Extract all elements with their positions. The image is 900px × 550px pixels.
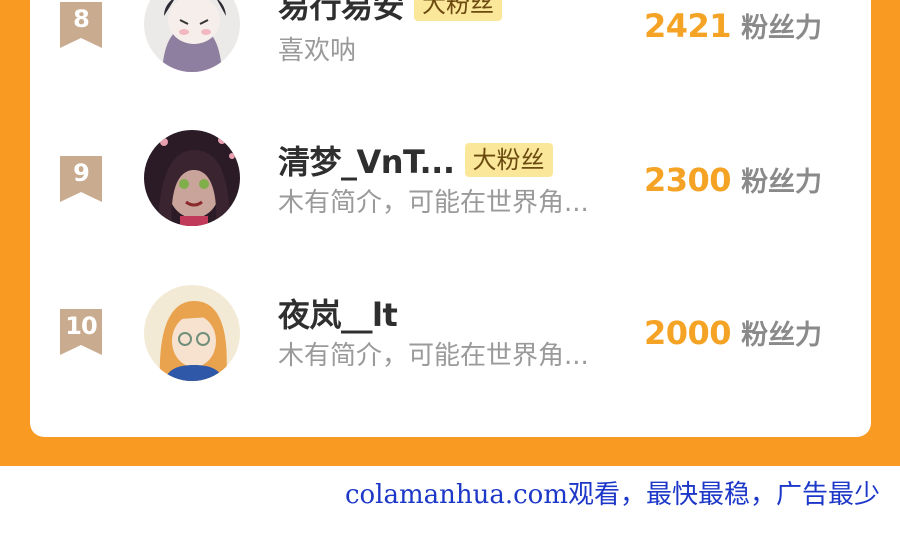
rank-badge: 9	[60, 156, 102, 202]
list-item[interactable]: 9 清梦_VnT... 大粉丝 木有简介，可能在世界角... 2300 粉丝力	[30, 120, 871, 230]
user-bio: 木有简介，可能在世界角...	[278, 188, 589, 218]
user-avatar-icon	[144, 130, 240, 226]
user-name[interactable]: 清梦_VnT...	[278, 137, 455, 183]
user-bio: 木有简介，可能在世界角...	[278, 341, 589, 371]
avatar[interactable]	[144, 285, 240, 381]
avatar[interactable]	[144, 130, 240, 226]
fan-level-badge: 大粉丝	[414, 0, 503, 21]
fan-power-unit: 粉丝力	[741, 13, 823, 44]
rank-badge: 10	[60, 309, 102, 355]
user-name[interactable]: 夜岚__lt	[278, 290, 398, 336]
fan-power-value: 2300	[644, 161, 732, 199]
user-name-line: 清梦_VnT... 大粉丝	[278, 137, 553, 183]
avatar[interactable]	[144, 0, 240, 72]
fan-power: 2000 粉丝力	[644, 313, 822, 352]
rank-number: 10	[65, 312, 97, 340]
fan-power-value: 2000	[644, 314, 732, 352]
site-watermark: colamanhua.com观看，最快最稳，广告最少	[344, 480, 880, 510]
fan-power-value: 2421	[644, 7, 732, 45]
list-item[interactable]: 10 夜岚__lt 木有简介，可能在世界角... 2000 粉丝力	[30, 273, 871, 383]
fan-ranking-card: 8 易行易安 大粉丝 喜欢呐 2421 粉丝力 9 清梦_VnT... 大粉丝 …	[30, 0, 871, 437]
fan-level-badge: 大粉丝	[464, 143, 553, 177]
user-name-line: 易行易安 大粉丝	[278, 0, 503, 27]
fan-power: 2300 粉丝力	[644, 160, 822, 199]
rank-badge: 8	[60, 2, 102, 48]
user-avatar-icon	[144, 0, 240, 72]
list-item[interactable]: 8 易行易安 大粉丝 喜欢呐 2421 粉丝力	[30, 0, 871, 76]
fan-power-unit: 粉丝力	[741, 167, 823, 198]
user-name[interactable]: 易行易安	[278, 0, 405, 27]
fan-power-unit: 粉丝力	[741, 320, 823, 351]
fan-power: 2421 粉丝力	[644, 6, 822, 45]
rank-number: 9	[73, 159, 90, 187]
user-avatar-icon	[144, 285, 240, 381]
rank-number: 8	[73, 5, 90, 33]
user-bio: 喜欢呐	[278, 36, 357, 66]
user-name-line: 夜岚__lt	[278, 290, 398, 336]
